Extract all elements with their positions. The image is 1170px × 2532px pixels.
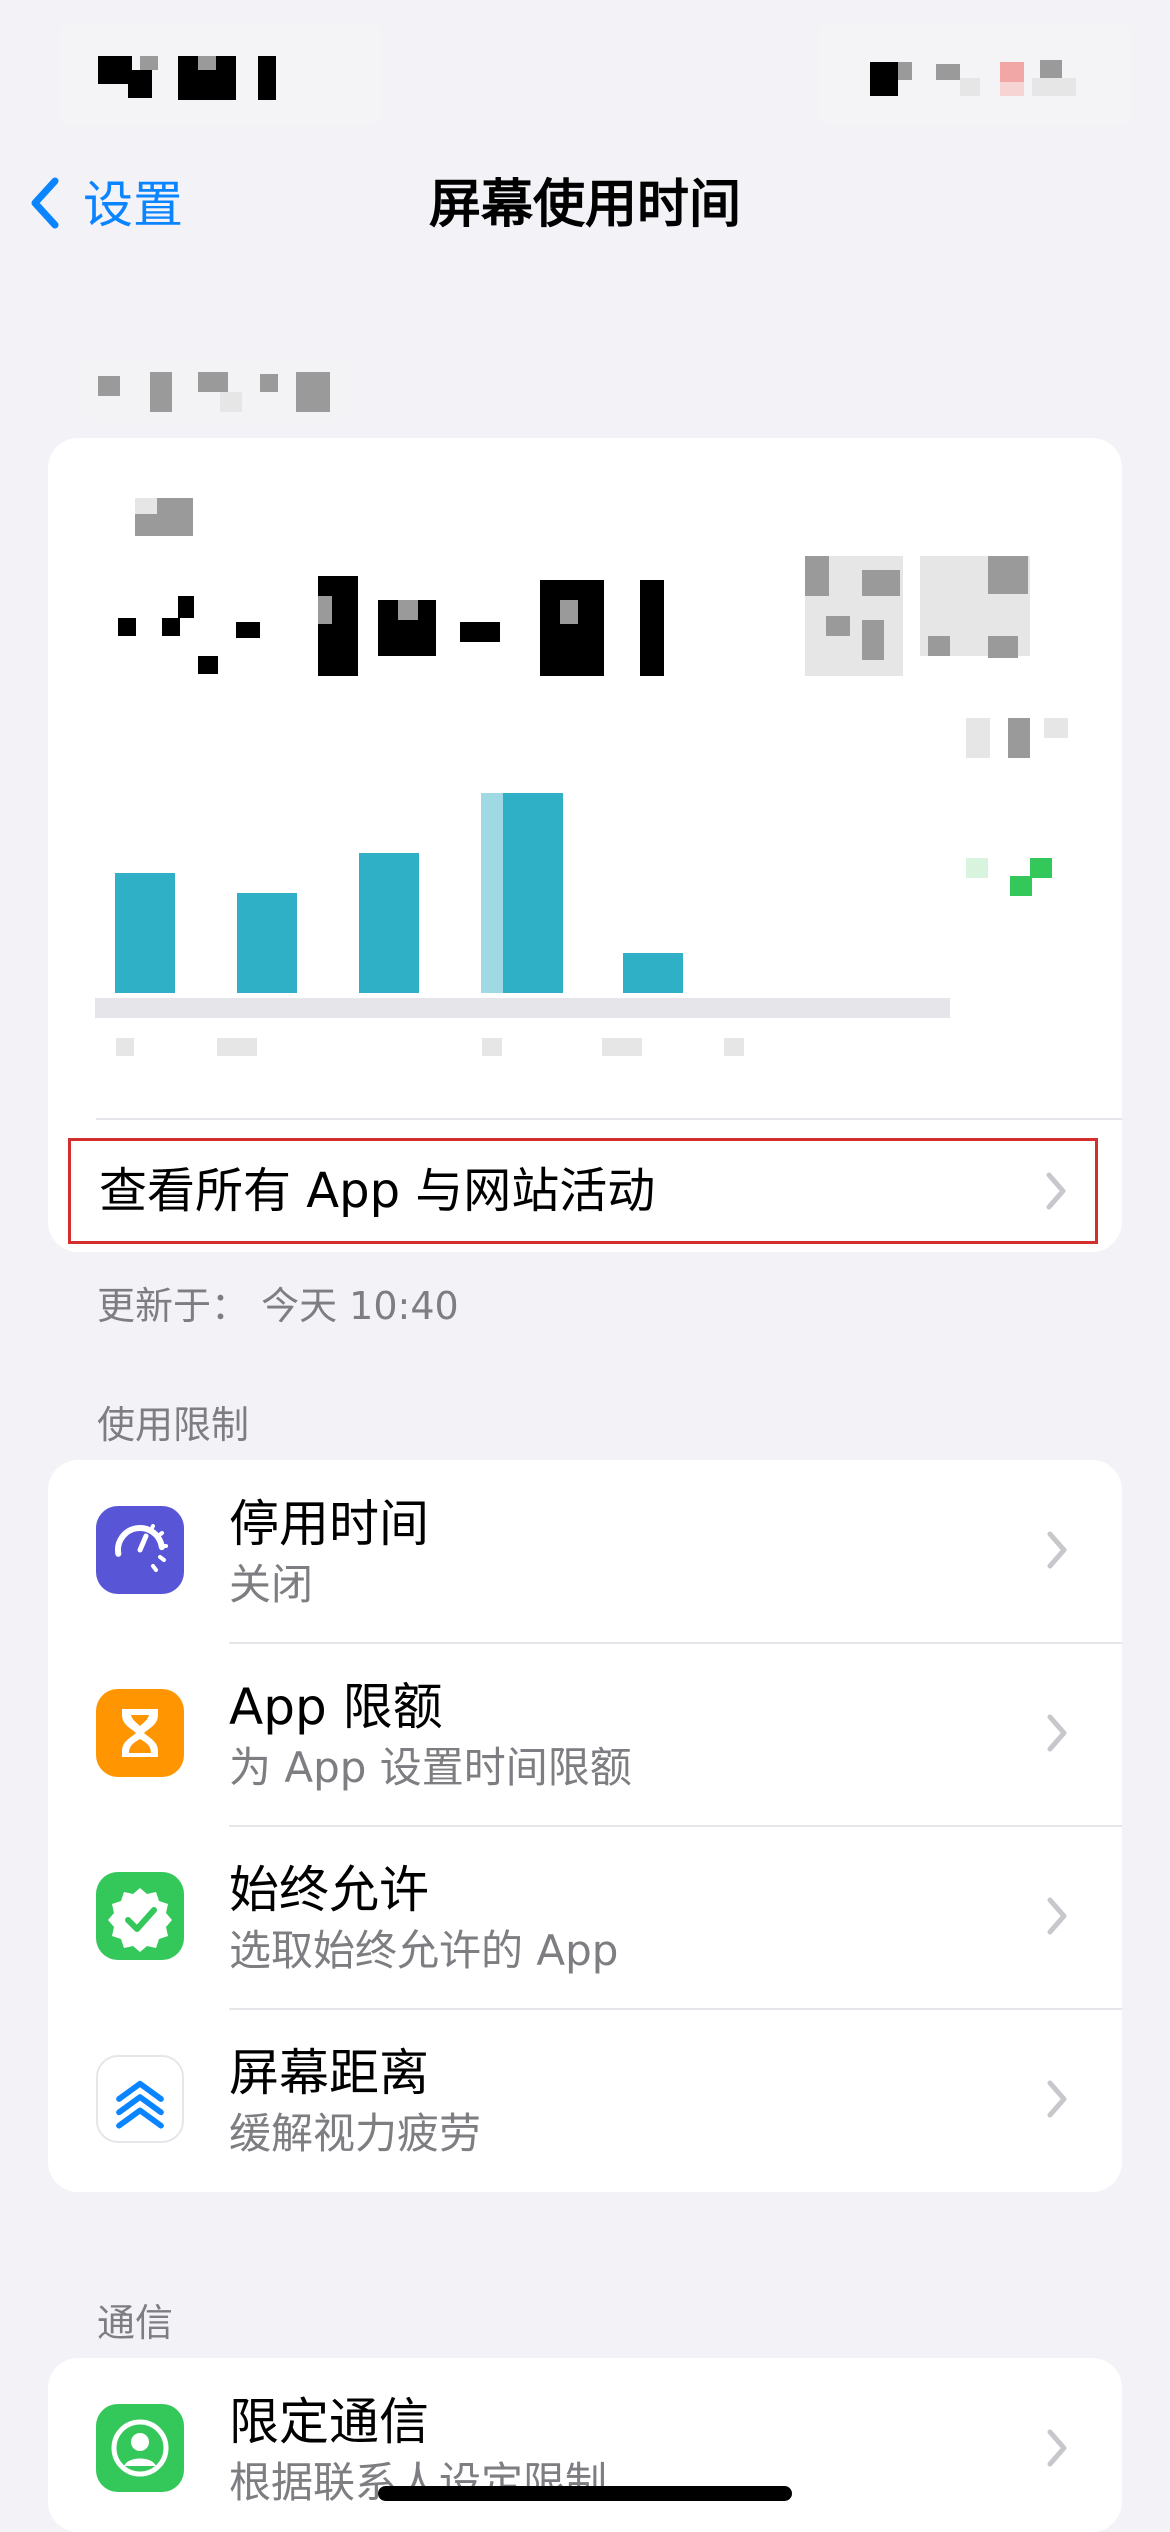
downtime-icon xyxy=(96,1506,184,1594)
chevron-right-icon xyxy=(1040,1709,1074,1757)
chart-bar-day-4 xyxy=(503,793,563,993)
chart-bar-day-2 xyxy=(237,893,297,993)
home-indicator[interactable] xyxy=(378,2486,792,2501)
view-all-activity-row[interactable]: 查看所有 App 与网站活动 xyxy=(68,1138,1098,1244)
section-header-communication: 通信 xyxy=(97,2301,174,2345)
chevron-right-icon xyxy=(1040,1892,1074,1940)
person-circle-icon xyxy=(96,2404,184,2492)
limits-card: 停用时间 关闭 App 限额 为 App 设置时间限额 始终允许 选取始终允许的… xyxy=(48,1460,1122,2192)
chart-baseline xyxy=(95,998,950,1018)
downtime-status: 关闭 xyxy=(229,1560,314,1609)
chevron-right-icon xyxy=(1040,2075,1074,2123)
chevron-right-icon xyxy=(1040,2424,1074,2472)
communication-card: 限定通信 根据联系人设定限制 xyxy=(48,2358,1122,2532)
always-allowed-row[interactable]: 始终允许 选取始终允许的 App xyxy=(48,1826,1122,2009)
always-allowed-title: 始终允许 xyxy=(229,1861,429,1919)
last-updated-text: 更新于： 今天 10:40 xyxy=(97,1284,459,1328)
chevron-right-icon xyxy=(1040,1526,1074,1574)
page-title: 屏幕使用时间 xyxy=(428,175,741,235)
chart-bar-day-4-highlight xyxy=(481,793,503,993)
communication-limits-subtitle: 根据联系人设定限制 xyxy=(229,2458,608,2507)
app-limits-title: App 限额 xyxy=(229,1678,443,1736)
downtime-title: 停用时间 xyxy=(229,1495,429,1553)
chart-bar-day-1 xyxy=(115,873,175,993)
daily-usage-chart xyxy=(95,790,950,1025)
status-bar-right-redacted xyxy=(820,25,1130,125)
downtime-row[interactable]: 停用时间 关闭 xyxy=(48,1460,1122,1643)
chart-bar-day-5 xyxy=(623,953,683,993)
view-all-activity-label: 查看所有 App 与网站活动 xyxy=(99,1163,656,1219)
communication-limits-row[interactable]: 限定通信 根据联系人设定限制 xyxy=(48,2358,1122,2532)
screen-distance-icon xyxy=(96,2055,184,2143)
app-limits-row[interactable]: App 限额 为 App 设置时间限额 xyxy=(48,1643,1122,1826)
section-header-limits: 使用限制 xyxy=(97,1403,250,1447)
always-allowed-subtitle: 选取始终允许的 App xyxy=(229,1926,619,1975)
communication-limits-title: 限定通信 xyxy=(229,2393,429,2451)
screen-distance-subtitle: 缓解视力疲劳 xyxy=(229,2109,482,2158)
checkmark-seal-icon xyxy=(96,1872,184,1960)
hourglass-icon xyxy=(96,1689,184,1777)
screen-distance-title: 屏幕距离 xyxy=(229,2044,429,2102)
app-limits-subtitle: 为 App 设置时间限额 xyxy=(229,1743,632,1792)
chevron-right-icon xyxy=(1039,1167,1073,1215)
status-bar xyxy=(0,0,1170,150)
screen-distance-row[interactable]: 屏幕距离 缓解视力疲劳 xyxy=(48,2009,1122,2192)
chart-bar-day-3 xyxy=(359,853,419,993)
